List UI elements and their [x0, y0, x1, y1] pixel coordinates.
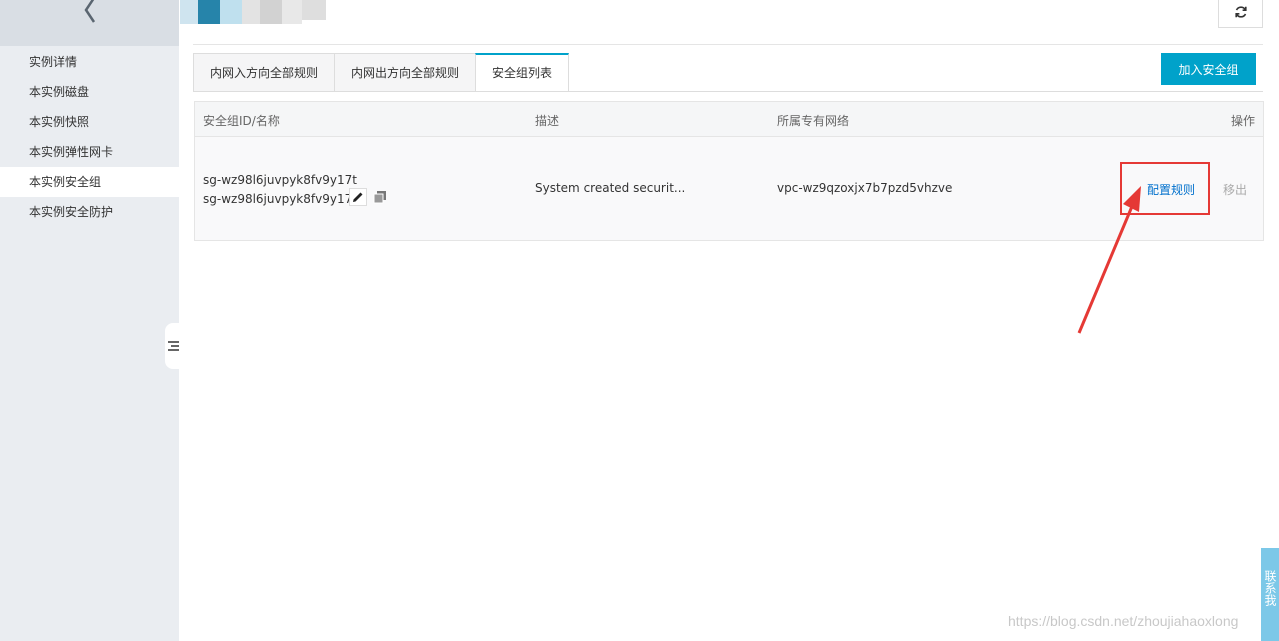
column-header-vpc: 所属专有网络: [777, 114, 850, 128]
contact-widget[interactable]: 联系我: [1261, 548, 1279, 641]
sidebar-item-snapshots[interactable]: 本实例快照: [0, 107, 179, 137]
tab-inbound-rules[interactable]: 内网入方向全部规则: [193, 53, 335, 92]
sidebar-collapse-handle[interactable]: [165, 323, 181, 369]
security-group-name: sg-wz98l6juvpyk8fv9y17...: [203, 192, 364, 206]
chevron-left-icon[interactable]: [82, 0, 98, 26]
menu-collapse-icon: [167, 340, 179, 352]
column-header-actions: 操作: [1231, 114, 1256, 128]
sidebar-item-security-groups[interactable]: 本实例安全组: [0, 167, 179, 197]
header-divider: [193, 44, 1263, 45]
refresh-icon: [1234, 6, 1247, 18]
column-header-id-name: 安全组ID/名称: [203, 114, 280, 128]
add-security-group-button[interactable]: 加入安全组: [1161, 53, 1256, 85]
edit-icon[interactable]: [349, 188, 367, 206]
tabs-divider: [193, 91, 1263, 92]
sidebar: 实例详情 本实例磁盘 本实例快照 本实例弹性网卡 本实例安全组 本实例安全防护: [0, 0, 179, 641]
sidebar-item-security-protection[interactable]: 本实例安全防护: [0, 197, 179, 227]
security-group-id: sg-wz98l6juvpyk8fv9y17t: [203, 173, 357, 187]
tab-outbound-rules[interactable]: 内网出方向全部规则: [334, 53, 476, 92]
page-title-blurred: [180, 0, 340, 24]
sidebar-item-instance-details[interactable]: 实例详情: [0, 47, 179, 77]
tab-bar: 内网入方向全部规则 内网出方向全部规则 安全组列表: [193, 53, 570, 92]
contact-widget-label: 联系我: [1263, 570, 1277, 606]
copy-icon[interactable]: [373, 190, 387, 204]
remove-link[interactable]: 移出: [1223, 181, 1247, 198]
watermark: https://blog.csdn.net/zhoujiahaoxlong: [1008, 613, 1239, 629]
sidebar-item-eni[interactable]: 本实例弹性网卡: [0, 137, 179, 167]
sidebar-nav: 实例详情 本实例磁盘 本实例快照 本实例弹性网卡 本实例安全组 本实例安全防护: [0, 47, 179, 227]
sidebar-header: [0, 0, 179, 46]
refresh-button[interactable]: [1218, 0, 1263, 28]
security-group-vpc: vpc-wz9qzoxjx7b7pzd5vhzve: [777, 181, 953, 195]
column-header-description: 描述: [535, 114, 560, 128]
security-group-description: System created securit...: [535, 181, 686, 195]
tab-security-group-list[interactable]: 安全组列表: [475, 53, 570, 92]
annotation-arrow: [1077, 186, 1141, 334]
sidebar-item-disks[interactable]: 本实例磁盘: [0, 77, 179, 107]
table-header: 安全组ID/名称 描述 所属专有网络 操作: [195, 102, 1263, 137]
